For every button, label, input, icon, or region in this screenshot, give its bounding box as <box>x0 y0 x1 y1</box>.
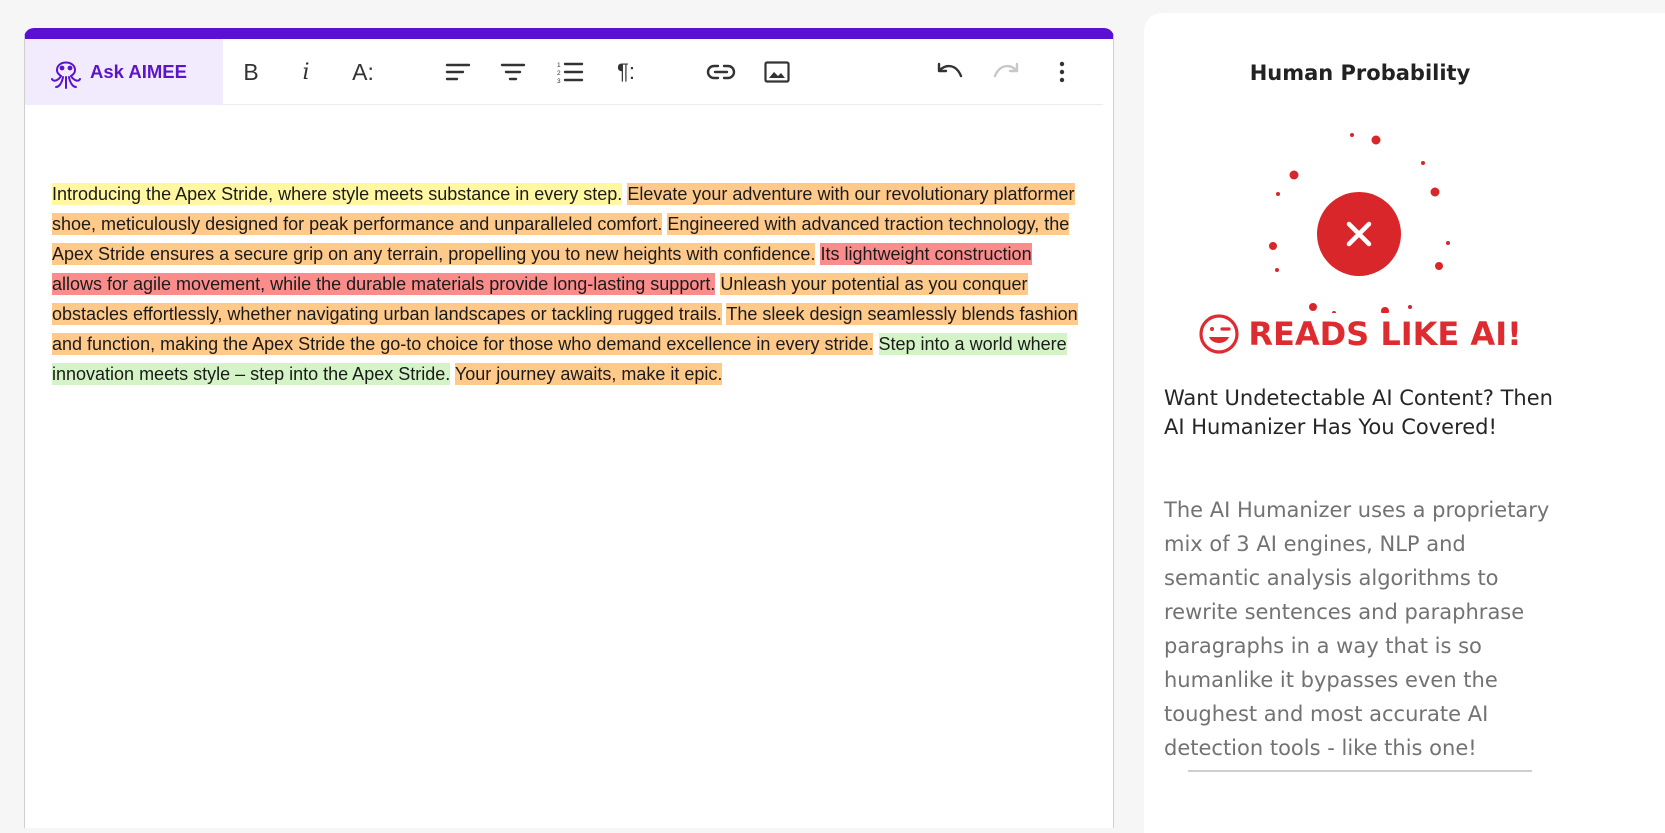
align-left-button[interactable] <box>442 56 474 88</box>
sentence-ai-likely: Your journey awaits, make it epic. <box>454 363 723 385</box>
probability-gauge <box>1269 133 1450 313</box>
font-size-icon: A: <box>352 58 374 85</box>
verdict-text: READS LIKE AI! <box>1248 315 1522 353</box>
divider <box>1188 770 1532 772</box>
italic-button[interactable]: i <box>290 56 322 88</box>
promo-heading: Want Undetectable AI Content? Then AI Hu… <box>1164 386 1553 439</box>
more-options-button[interactable] <box>1046 56 1078 88</box>
sentence-human-likely: Introducing the Apex Stride, where style… <box>52 183 623 205</box>
numbered-list-button[interactable]: 1 2 3 <box>554 56 586 88</box>
winking-face-icon <box>1199 314 1239 354</box>
editor-content[interactable]: Introducing the Apex Stride, where style… <box>25 105 1107 389</box>
numbered-list-icon: 1 2 3 <box>557 62 584 83</box>
ask-aimee-button[interactable]: Ask AIMEE <box>25 39 223 105</box>
panel-title: Human Probability <box>1249 61 1471 85</box>
redo-icon <box>993 62 1019 78</box>
redo-button[interactable] <box>990 56 1022 88</box>
bold-icon: B <box>243 58 259 85</box>
link-icon <box>706 64 736 80</box>
link-button[interactable] <box>705 56 737 88</box>
human-probability-panel: Human Probability READS LIKE AI! Want Un… <box>1144 13 1665 833</box>
insert-image-button[interactable] <box>761 56 793 88</box>
align-left-icon <box>445 63 471 81</box>
editor-toolbar: Ask AIMEE B i A: 1 2 3 ¶: <box>25 39 1103 105</box>
more-vertical-icon <box>1059 61 1065 83</box>
font-size-button[interactable]: A: <box>347 56 379 88</box>
ask-aimee-label: Ask AIMEE <box>90 61 187 82</box>
undo-button[interactable] <box>934 56 966 88</box>
undo-icon <box>937 62 963 78</box>
editor-card: Ask AIMEE B i A: 1 2 3 ¶: Introducing th… <box>24 28 1114 828</box>
octopus-icon <box>51 61 81 89</box>
bold-button[interactable]: B <box>235 56 267 88</box>
italic-icon: i <box>302 59 310 85</box>
image-icon <box>764 61 790 83</box>
svg-text:1: 1 <box>557 62 561 69</box>
paragraph-icon: ¶: <box>617 59 635 84</box>
verdict: READS LIKE AI! <box>1144 313 1576 355</box>
align-center-button[interactable] <box>497 56 529 88</box>
svg-text:3: 3 <box>557 78 561 83</box>
paragraph-button[interactable]: ¶: <box>610 56 642 88</box>
svg-text:2: 2 <box>557 70 561 77</box>
promo-description: The AI Humanizer uses a proprietary mix … <box>1164 498 1550 760</box>
align-center-icon <box>500 63 526 81</box>
